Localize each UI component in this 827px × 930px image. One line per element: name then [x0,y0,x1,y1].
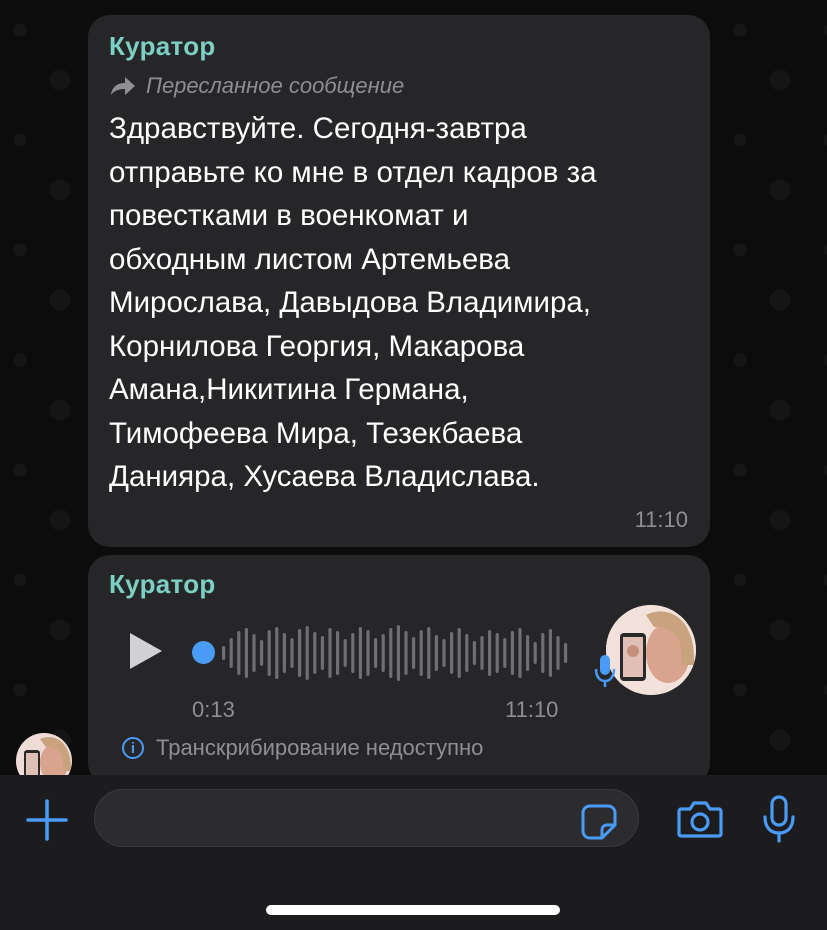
voice-message-bubble[interactable]: Куратор 0:13 11:10 i Транскрибирование н… [88,555,710,785]
waveform-bar [374,638,378,668]
waveform-bar [252,634,256,672]
waveform-bar [450,632,454,674]
waveform-bar [328,628,332,678]
waveform-bar [275,627,279,679]
waveform-bar [343,639,347,667]
waveform-bar [457,628,461,678]
forwarded-label: Пересланное сообщение [110,73,404,99]
sender-name[interactable]: Куратор [109,569,216,600]
waveform-bar [518,628,522,678]
waveform-bar [381,634,385,672]
waveform-bar [282,633,286,673]
waveform-bar [541,633,545,673]
waveform-bar [404,631,408,675]
home-indicator [266,905,560,915]
waveform-bar [419,630,423,676]
waveform-bar [298,629,302,677]
message-time: 11:10 [505,697,559,722]
waveform-bar [290,638,294,668]
waveform-bar [389,628,393,678]
waveform-bar [336,631,340,675]
voice-duration: 0:13 [192,697,235,722]
waveform-bar [434,635,438,671]
play-icon[interactable] [128,631,164,671]
waveform-bar [222,646,226,660]
composer-bar [0,775,827,930]
waveform-bar [320,636,324,670]
waveform-bar [510,631,514,675]
waveform-bar [488,630,492,676]
plus-icon[interactable] [26,799,68,841]
waveform-bar [366,630,370,676]
message-text: Здравствуйте. Сегодня-завтра отправьте к… [109,112,597,493]
sticker-icon[interactable] [580,803,618,841]
waveform-bar [427,627,431,679]
message-input[interactable] [94,789,639,847]
waveform-bar [260,640,264,666]
waveform-bar [548,629,552,677]
waveform-bar [396,625,400,681]
waveform-bar [267,630,271,676]
transcription-text: Транскрибирование недоступно [156,735,484,760]
transcription-status[interactable]: i Транскрибирование недоступно [122,735,483,761]
waveform-bar [564,643,568,663]
message-bubble[interactable]: Куратор Пересланное сообщение Здравствуй… [88,15,710,547]
voice-microphone-icon [594,655,616,687]
playback-position-dot[interactable] [192,641,215,664]
voice-sender-avatar [606,605,696,695]
waveform-bar [305,626,309,680]
waveform-bar [351,633,355,673]
waveform-bar [244,628,248,678]
forward-arrow-icon [111,77,135,95]
info-icon: i [122,737,144,759]
waveform-bar [556,636,560,670]
waveform-bar [503,638,507,668]
microphone-icon[interactable] [762,795,796,843]
waveform-bar [533,642,537,664]
waveform-bar [526,635,530,671]
sender-name[interactable]: Куратор [109,31,216,62]
waveform-bar [313,632,317,674]
waveform-bar [472,641,476,665]
waveform-bar [229,638,233,668]
waveform-bar [237,631,241,675]
waveform-bar [412,637,416,669]
voice-waveform[interactable] [208,623,568,683]
waveform-bar [480,636,484,670]
message-time: 11:10 [634,507,688,532]
waveform-bar [495,633,499,673]
waveform-bar [358,627,362,679]
waveform-bar [442,639,446,667]
waveform-bar [465,634,469,672]
camera-icon[interactable] [677,800,723,838]
forwarded-text: Пересланное сообщение [146,73,405,98]
